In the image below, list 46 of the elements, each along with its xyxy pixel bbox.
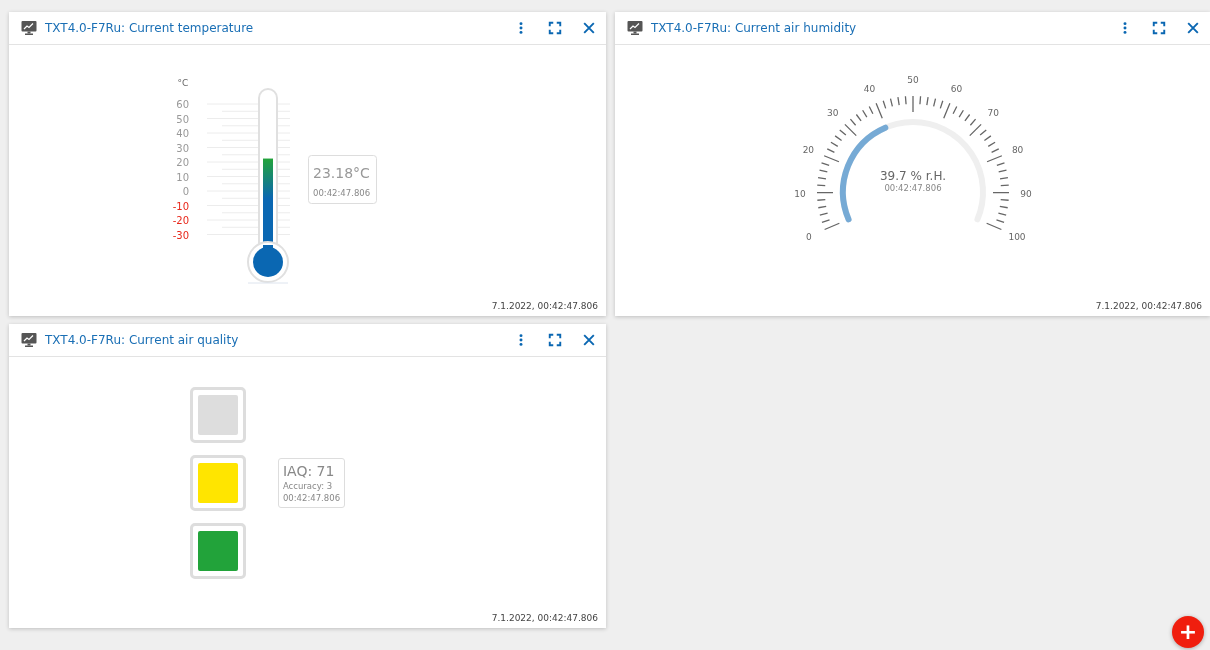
reading-value: 23.18°C bbox=[313, 165, 370, 181]
scale-label: 10 bbox=[176, 171, 189, 183]
scale-label: 60 bbox=[176, 99, 189, 110]
gauge-label: 20 bbox=[802, 145, 815, 156]
add-button[interactable]: + bbox=[1172, 616, 1204, 648]
close-icon[interactable] bbox=[582, 333, 596, 347]
gauge-label: 30 bbox=[827, 108, 839, 119]
gauge-label: 0 bbox=[806, 232, 812, 243]
timestamp: 7.1.2022, 00:42:47.806 bbox=[491, 613, 598, 623]
scale-label: -10 bbox=[172, 200, 189, 212]
gauge-label: 80 bbox=[1011, 145, 1024, 156]
gauge-label: 60 bbox=[950, 83, 963, 94]
unit-label: °C bbox=[177, 78, 189, 88]
monitor-chart-icon bbox=[21, 20, 37, 36]
reading-time: 00:42:47.806 bbox=[884, 183, 942, 193]
scale-label: 30 bbox=[176, 142, 189, 154]
gauge-label: 90 bbox=[1020, 188, 1032, 199]
close-icon[interactable] bbox=[582, 21, 596, 35]
reading-value: IAQ: 71 bbox=[282, 462, 336, 479]
gauge-label: 50 bbox=[907, 75, 919, 85]
close-icon[interactable] bbox=[1186, 21, 1200, 35]
scale-label: -30 bbox=[172, 229, 189, 241]
timestamp: 7.1.2022, 00:42:47.806 bbox=[491, 301, 598, 311]
scale-label: 40 bbox=[176, 128, 189, 139]
gauge-label: 70 bbox=[987, 108, 999, 119]
card-title: TXT4.0-F7Ru: Current air quality bbox=[45, 333, 239, 347]
gauge-label: 10 bbox=[794, 188, 806, 199]
monitor-chart-icon bbox=[21, 332, 37, 348]
scale-label: -20 bbox=[172, 215, 189, 226]
card-title: TXT4.0-F7Ru: Current temperature bbox=[45, 21, 254, 35]
gauge-label: 100 bbox=[1008, 232, 1026, 243]
reading-value: 39.7 % r.H. bbox=[880, 169, 946, 183]
card-title: TXT4.0-F7Ru: Current air humidity bbox=[651, 21, 857, 35]
fullscreen-icon[interactable] bbox=[548, 333, 562, 347]
scale-label: 20 bbox=[176, 157, 189, 168]
fullscreen-icon[interactable] bbox=[1152, 21, 1166, 35]
reading-box bbox=[308, 155, 377, 204]
scale-label: 0 bbox=[182, 186, 189, 197]
scale-label: 50 bbox=[176, 113, 189, 125]
reading-time: 00:42:47.806 bbox=[282, 492, 341, 503]
timestamp: 7.1.2022, 00:42:47.806 bbox=[1095, 301, 1202, 311]
gauge-label: 40 bbox=[863, 83, 876, 94]
reading-time: 00:42:47.806 bbox=[313, 188, 371, 198]
accuracy-text: Accuracy: 3 bbox=[282, 480, 334, 491]
monitor-chart-icon bbox=[627, 20, 643, 36]
fullscreen-icon[interactable] bbox=[548, 21, 562, 35]
